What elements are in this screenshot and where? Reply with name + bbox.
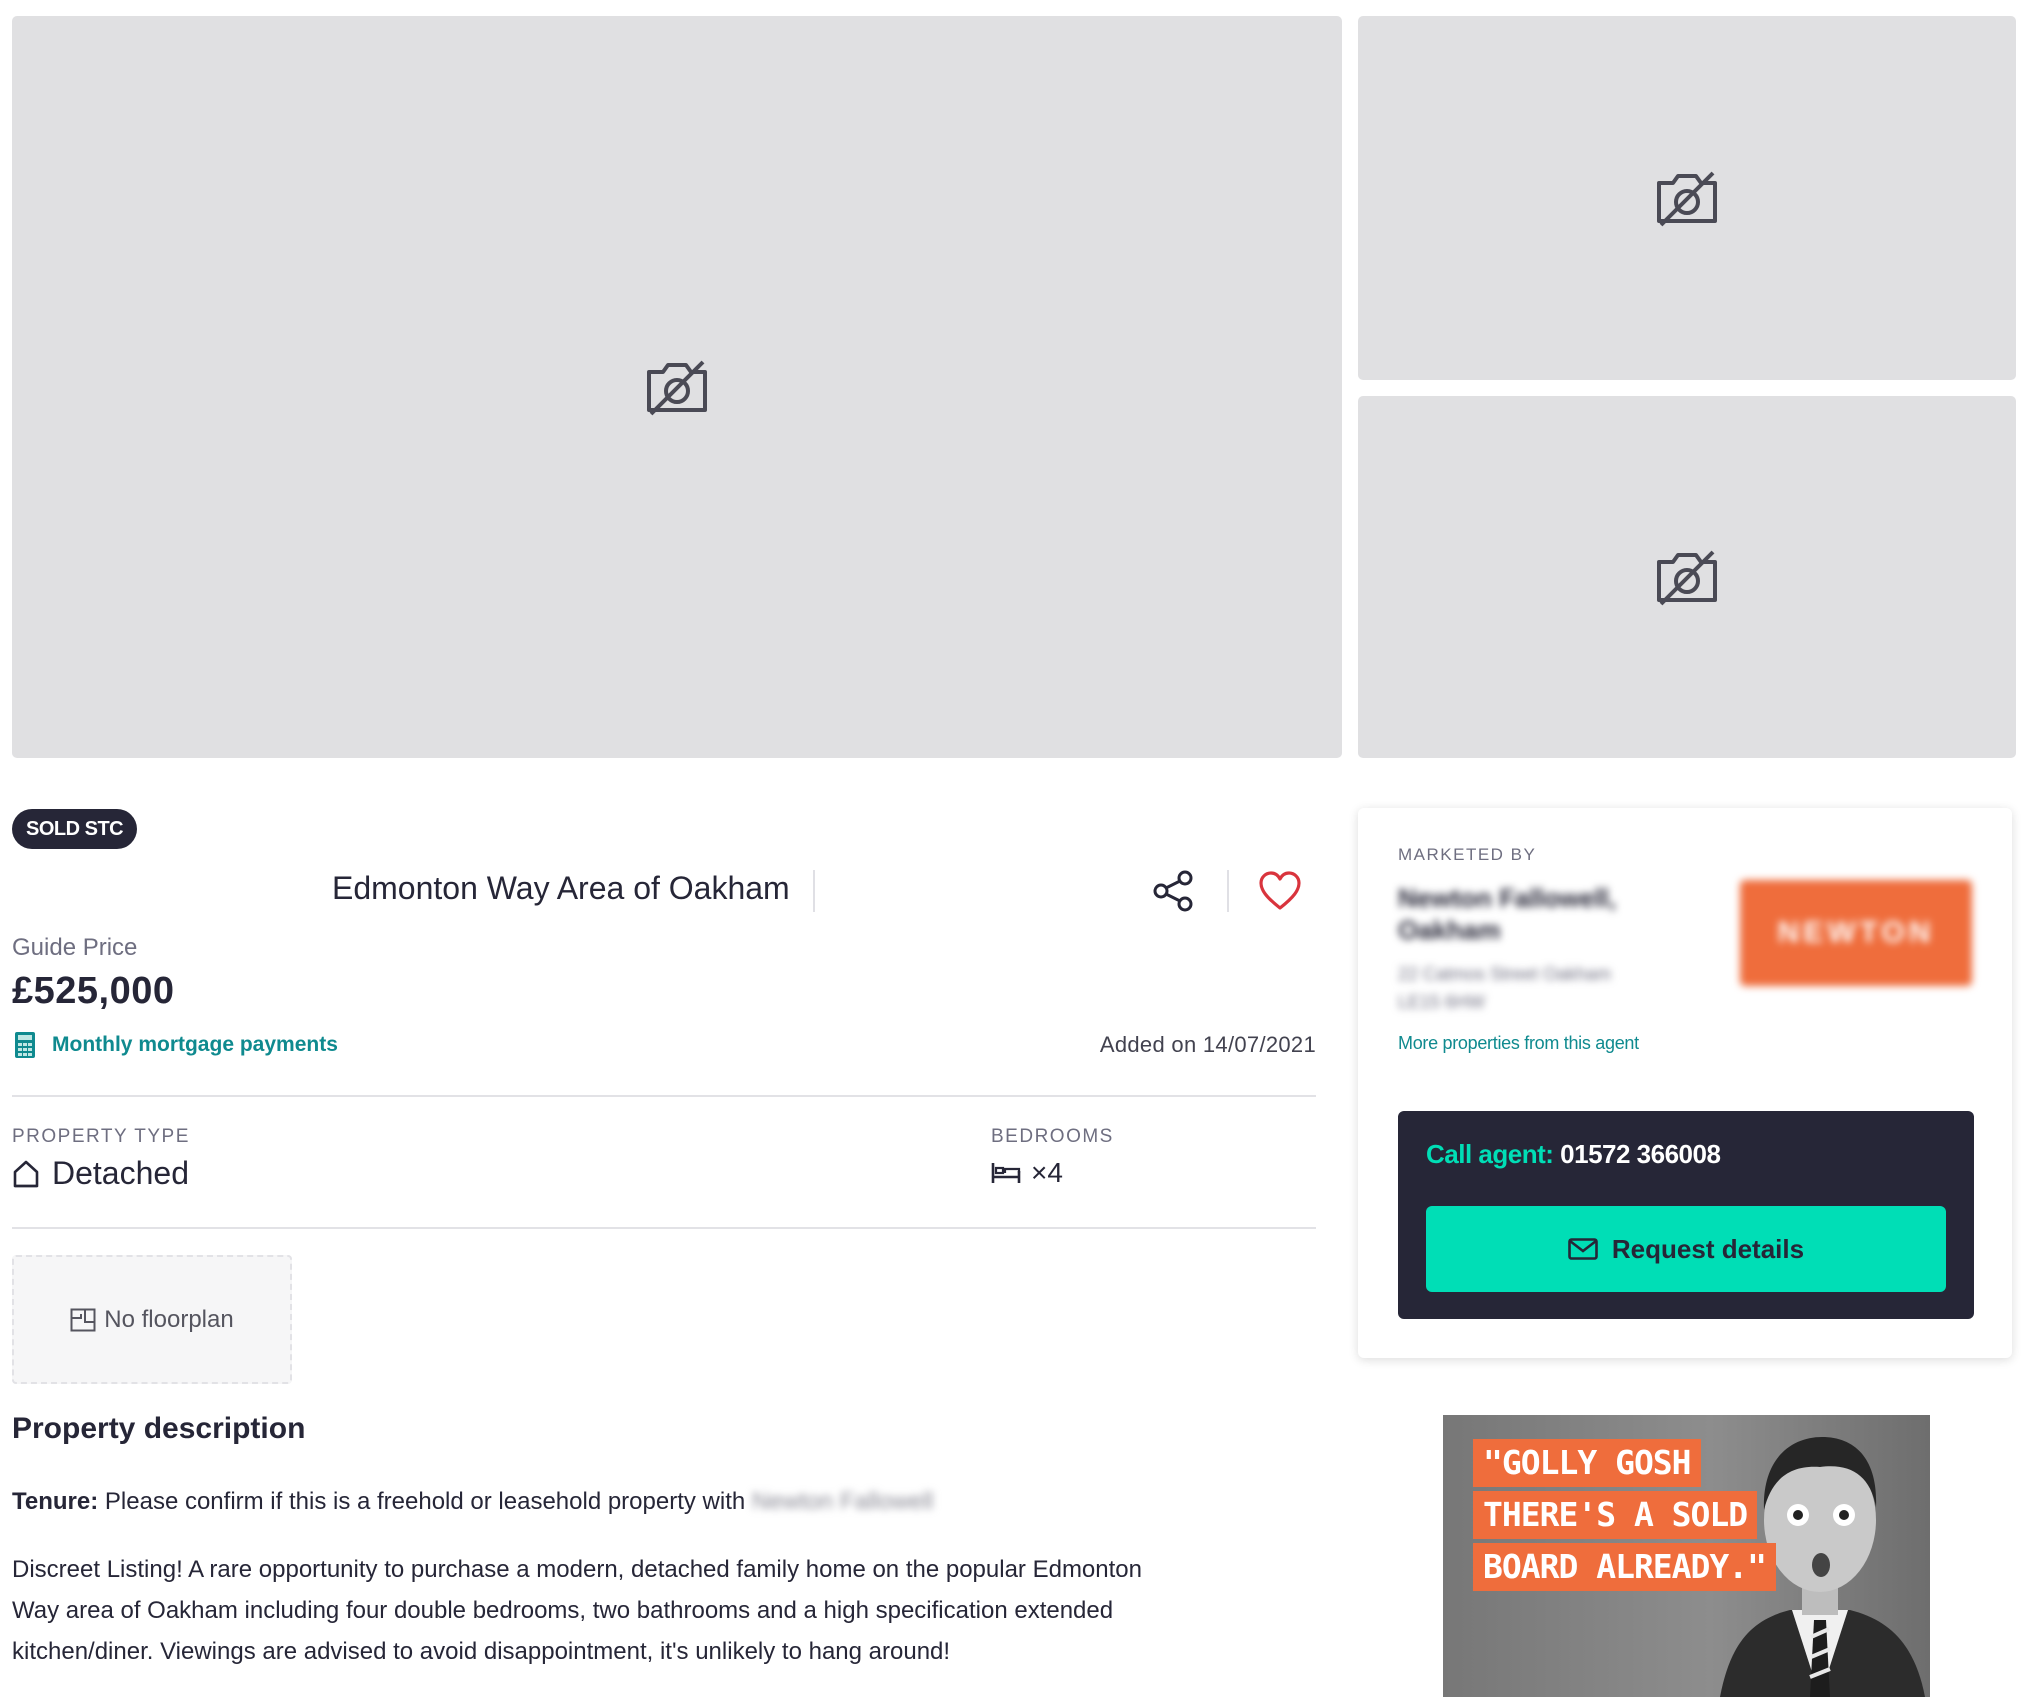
tenure-text: Please confirm if this is a freehold or … <box>104 1488 746 1515</box>
agent-phone: 01572 366008 <box>1560 1139 1721 1169</box>
tenure-label: Tenure: <box>12 1488 99 1515</box>
description-line: Way area of Oakham including four double… <box>12 1597 1114 1624</box>
advert-text-line: "GOLLY GOSH <box>1473 1439 1701 1487</box>
main-photo-placeholder[interactable] <box>12 16 1342 758</box>
agent-name-line: Newton Fallowell, <box>1398 883 1617 913</box>
no-image-icon <box>1651 167 1723 229</box>
heart-icon <box>1259 871 1301 910</box>
agent-address: 22 Catmos Street Oakham LE15 6HW <box>1398 960 1611 1016</box>
bedrooms-label: BEDROOMS <box>991 1126 1114 1147</box>
price-qualifier: Guide Price <box>12 934 138 961</box>
mortgage-link[interactable]: Monthly mortgage payments <box>14 1031 338 1059</box>
agent-address-line: LE15 6HW <box>1398 992 1486 1012</box>
call-agent-line[interactable]: Call agent: 01572 366008 <box>1426 1139 1721 1170</box>
advert-text-line: BOARD ALREADY." <box>1473 1543 1777 1591</box>
mortgage-link-label: Monthly mortgage payments <box>52 1033 338 1056</box>
advert-text-line: THERE'S A SOLD <box>1473 1491 1758 1539</box>
agent-card: MARKETED BY Newton Fallowell, Oakham 22 … <box>1358 808 2012 1358</box>
bedrooms-value: ×4 <box>991 1157 1063 1189</box>
contact-panel: Call agent: 01572 366008 Request details <box>1398 1111 1974 1319</box>
status-badge: SOLD STC <box>12 809 138 849</box>
floorplan-icon <box>70 1308 96 1331</box>
agent-logo[interactable]: NEWTON <box>1740 880 1972 986</box>
description-body: Discreet Listing! A rare opportunity to … <box>12 1549 1142 1672</box>
envelope-icon <box>1568 1238 1598 1260</box>
request-details-label: Request details <box>1611 1233 1805 1264</box>
calculator-icon <box>15 1032 35 1058</box>
added-date: Added on 14/07/2021 <box>1099 1032 1316 1057</box>
no-image-icon <box>641 356 713 418</box>
share-icon <box>1153 870 1193 912</box>
agent-name: Newton Fallowell, Oakham <box>1398 882 1616 946</box>
floorplan-label: No floorplan <box>104 1305 234 1333</box>
property-price: £525,000 <box>12 970 175 1012</box>
agent-name-line: Oakham <box>1398 915 1501 945</box>
secondary-photo-1-placeholder[interactable] <box>1358 16 2016 380</box>
no-image-icon <box>1651 546 1723 608</box>
address-divider <box>813 870 815 912</box>
call-agent-label: Call agent: <box>1426 1139 1554 1169</box>
tenure-agent-name: Newton Fallowell <box>751 1488 934 1515</box>
description-line: Discreet Listing! A rare opportunity to … <box>12 1556 1142 1583</box>
divider-bottom <box>12 1227 1316 1229</box>
bedrooms-count: ×4 <box>1031 1157 1063 1188</box>
house-icon <box>13 1160 39 1187</box>
property-type-value: Detached <box>12 1155 189 1192</box>
floorplan-placeholder[interactable]: No floorplan <box>12 1255 292 1384</box>
action-divider <box>1227 870 1229 912</box>
share-button[interactable] <box>1148 866 1198 916</box>
description-line: kitchen/diner. Viewings are advised to a… <box>12 1638 951 1665</box>
divider-top <box>12 1095 1316 1097</box>
property-type-label: PROPERTY TYPE <box>12 1126 190 1147</box>
advert-banner[interactable]: "GOLLY GOSH THERE'S A SOLD BOARD ALREADY… <box>1443 1415 1930 1697</box>
description-heading: Property description <box>12 1412 306 1445</box>
property-address: Edmonton Way Area of Oakham <box>332 870 790 906</box>
agent-logo-text: NEWTON <box>1777 916 1935 949</box>
bed-icon <box>991 1163 1021 1183</box>
agent-address-line: 22 Catmos Street Oakham <box>1398 964 1612 984</box>
more-properties-link[interactable]: More properties from this agent <box>1398 1033 1639 1054</box>
request-details-button[interactable]: Request details <box>1426 1206 1946 1292</box>
tenure-line: Tenure: Please confirm if this is a free… <box>12 1481 933 1522</box>
property-type-text: Detached <box>52 1155 189 1191</box>
marketed-by-label: MARKETED BY <box>1398 845 1537 864</box>
secondary-photo-2-placeholder[interactable] <box>1358 396 2016 758</box>
favourite-button[interactable] <box>1254 866 1306 916</box>
